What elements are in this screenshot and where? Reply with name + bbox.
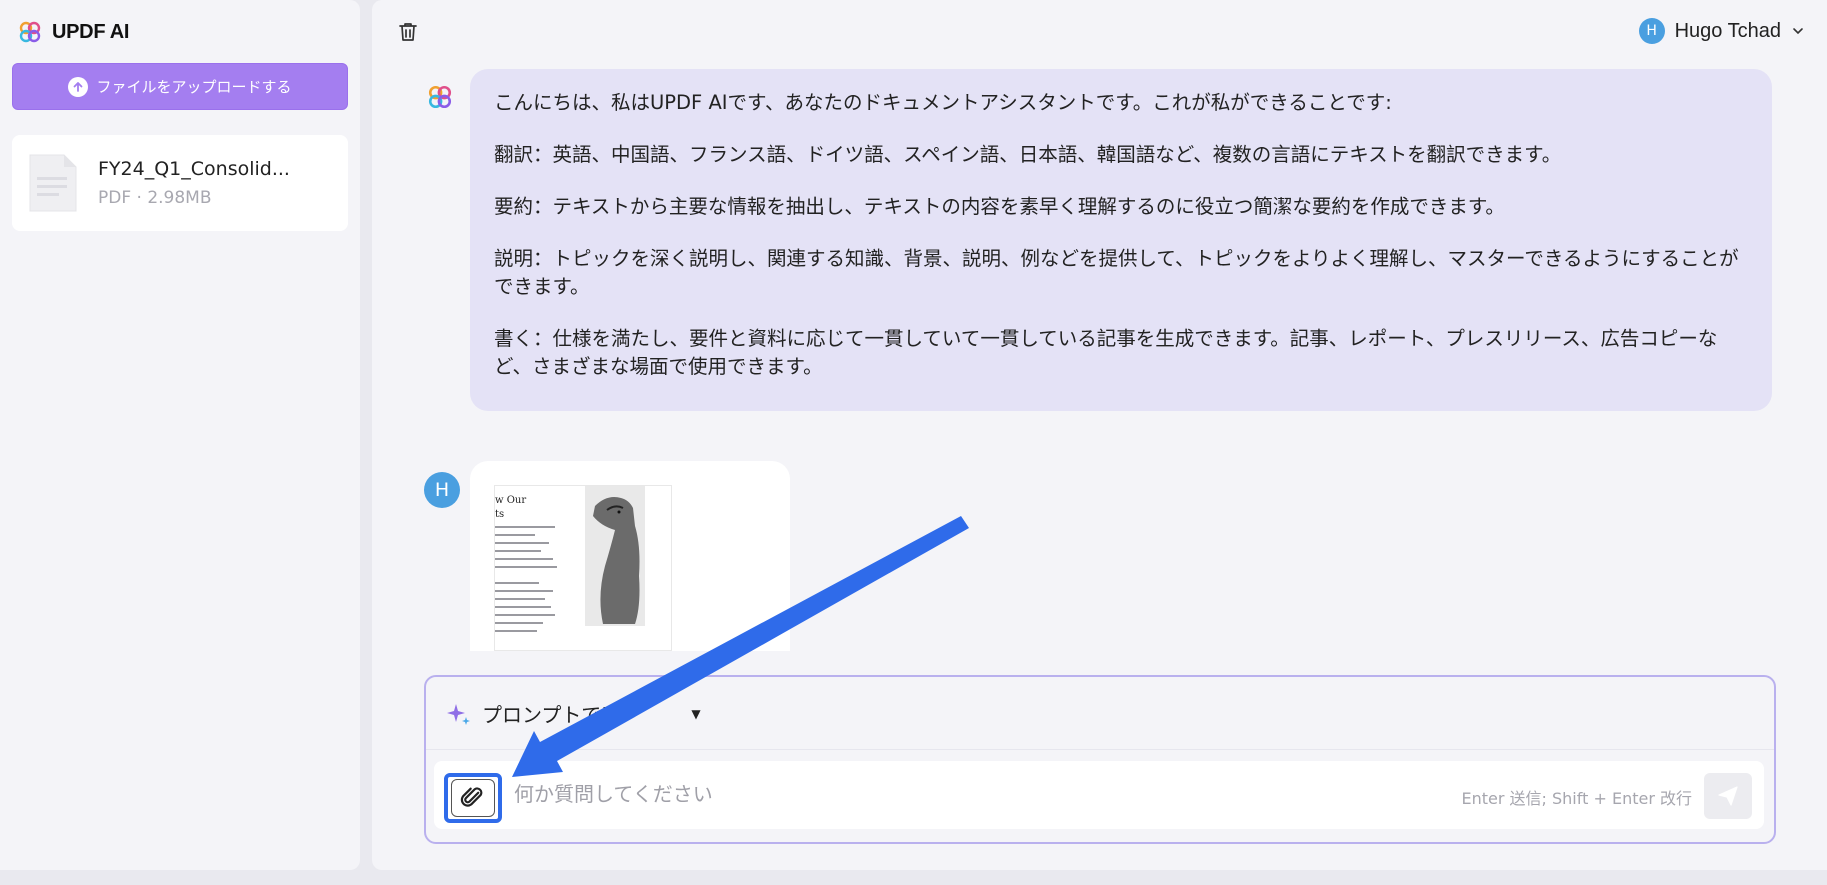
ai-assistant-icon bbox=[428, 85, 452, 109]
attach-button-frame bbox=[451, 779, 495, 817]
prompt-label: プロンプトで表 bbox=[482, 703, 622, 727]
updf-logo-icon bbox=[19, 21, 41, 43]
upload-file-label: ファイルをアップロードする bbox=[96, 78, 292, 96]
ai-message-intro: こんにちは、私はUPDF AIです、あなたのドキュメントアシスタントです。これが… bbox=[494, 91, 1392, 114]
sparkle-icon bbox=[447, 703, 470, 725]
ai-message: こんにちは、私はUPDF AIです、あなたのドキュメントアシスタントです。これが… bbox=[470, 69, 1772, 411]
avatar: H bbox=[1638, 18, 1665, 44]
file-name: FY24_Q1_Consolid... bbox=[98, 158, 290, 180]
prompt-selector[interactable]: プロンプトで表 ▼ bbox=[446, 699, 701, 728]
file-meta: PDF · 2.98MB bbox=[98, 188, 212, 208]
user-avatar: H bbox=[424, 472, 460, 508]
attach-button[interactable] bbox=[444, 773, 502, 823]
trash-icon[interactable] bbox=[396, 20, 420, 44]
upload-file-button[interactable]: ファイルをアップロードする bbox=[12, 63, 348, 110]
ai-message-explain: 説明：トピックを深く説明し、関連する知識、背景、説明、例などを提供して、トピック… bbox=[494, 247, 1739, 298]
composer-divider bbox=[426, 749, 1774, 750]
send-button[interactable] bbox=[1704, 773, 1752, 819]
keyboard-hint: Enter 送信; Shift + Enter 改行 bbox=[1461, 789, 1693, 808]
caret-down-icon: ▼ bbox=[691, 706, 701, 721]
send-icon bbox=[1718, 786, 1738, 806]
chevron-down-icon bbox=[1793, 28, 1803, 35]
ai-message-summarize: 要約：テキストから主要な情報を抽出し、テキストの内容を素早く理解するのに役立つ簡… bbox=[494, 195, 1505, 218]
sidebar: UPDF AI ファイルをアップロードする FY24_Q1_Consolid..… bbox=[0, 0, 360, 870]
question-input[interactable] bbox=[514, 777, 1414, 811]
ai-message-translate: 翻訳：英語、中国語、フランス語、ドイツ語、スペイン語、日本語、韓国語など、複数の… bbox=[494, 143, 1562, 166]
paperclip-icon bbox=[460, 787, 483, 807]
composer: プロンプトで表 ▼ Enter 送信; Shift + Enter 改行 bbox=[424, 675, 1776, 844]
pdf-file-icon bbox=[29, 154, 77, 212]
brand-name: UPDF AI bbox=[52, 20, 130, 43]
upload-arrow-icon bbox=[68, 76, 89, 97]
preview-title: w Our ts bbox=[495, 495, 527, 520]
user-name: Hugo Tchad bbox=[1674, 19, 1781, 42]
ai-message-write: 書く：仕様を満たし、要件と資料に応じて一貫していて一貫している記事を生成できます… bbox=[494, 327, 1718, 378]
user-menu[interactable]: H Hugo Tchad bbox=[1638, 18, 1805, 44]
chat-panel: H Hugo Tchad こんにちは、私はUPDF AIです、あなたのドキュメン… bbox=[372, 0, 1827, 870]
file-list-item[interactable]: FY24_Q1_Consolid... PDF · 2.98MB bbox=[12, 135, 348, 231]
user-message-image[interactable]: w Our ts bbox=[470, 461, 790, 651]
document-preview: w Our ts bbox=[494, 485, 672, 651]
brand: UPDF AI bbox=[18, 20, 129, 44]
input-box: Enter 送信; Shift + Enter 改行 bbox=[434, 761, 1764, 829]
file-info: FY24_Q1_Consolid... PDF · 2.98MB bbox=[98, 158, 290, 208]
